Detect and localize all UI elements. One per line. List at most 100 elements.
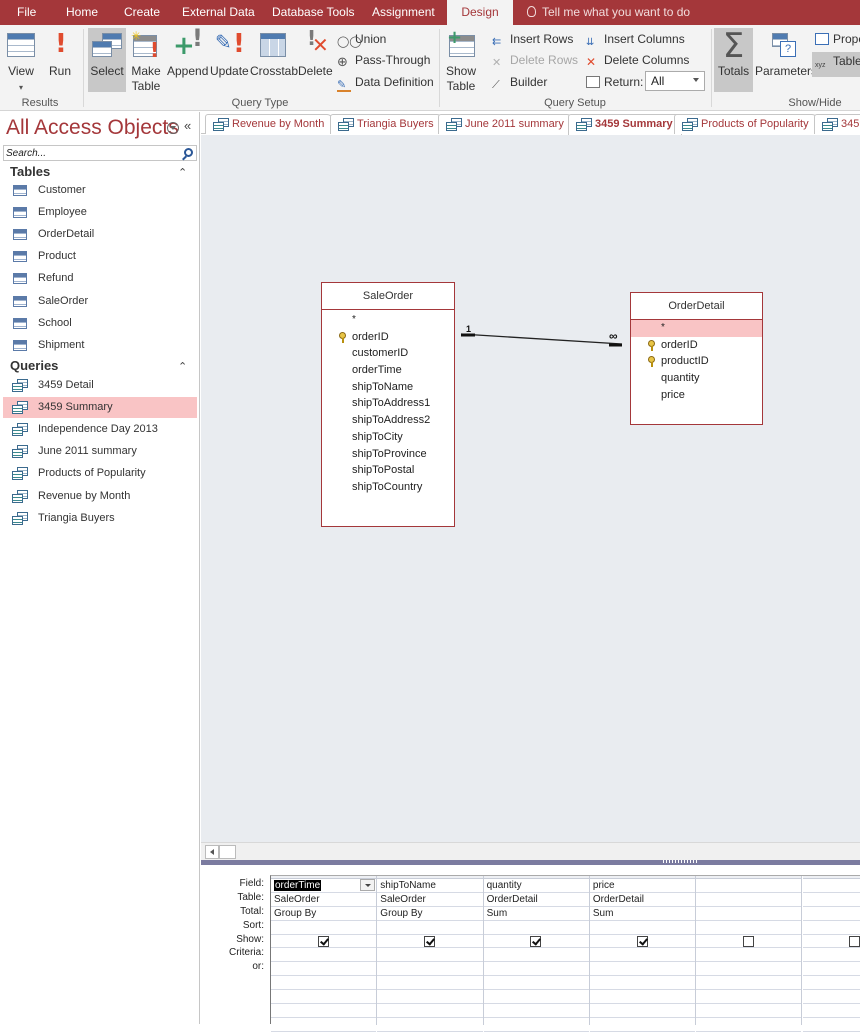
document-tab[interactable]: Triangia Buyers	[330, 114, 443, 134]
nav-query-item[interactable]: Revenue by Month	[3, 486, 197, 507]
data-definition-button[interactable]: ✎Data Definition	[337, 75, 434, 92]
scrollbar-thumb[interactable]	[219, 845, 236, 859]
tell-me-search[interactable]: Tell me what you want to do	[527, 0, 690, 25]
grid-cell-total[interactable]: Group By	[271, 907, 376, 921]
grid-cell-table[interactable]: SaleOrder	[377, 893, 482, 907]
pass-through-button[interactable]: ⊕Pass-Through	[337, 53, 430, 68]
grid-cell-extra[interactable]	[271, 976, 376, 990]
grid-cell-table[interactable]	[696, 893, 801, 907]
tab-create[interactable]: Create	[124, 0, 160, 25]
grid-cell-extra[interactable]	[590, 990, 695, 1004]
field-list-item[interactable]: *	[631, 320, 762, 337]
document-tab[interactable]: 3459	[814, 114, 860, 134]
field-list-item[interactable]: quantity	[631, 370, 762, 387]
grid-cell-show[interactable]	[484, 935, 589, 949]
field-list-item[interactable]: shipToAddress1	[322, 395, 454, 412]
builder-button[interactable]: ⟋Builder	[492, 75, 547, 90]
totals-button[interactable]: Σ Totals	[714, 28, 753, 92]
field-list-item[interactable]: orderTime	[322, 362, 454, 379]
nav-table-item[interactable]: Customer	[3, 180, 197, 201]
grid-cell-total[interactable]	[803, 907, 860, 921]
relationship-join-line[interactable]	[201, 135, 860, 842]
make-table-button[interactable]: ✳! MakeTable	[129, 31, 163, 94]
grid-cell-extra[interactable]	[484, 990, 589, 1004]
scroll-left-icon[interactable]	[205, 845, 219, 859]
grid-cell-extra[interactable]	[377, 1018, 482, 1032]
field-list-item[interactable]: productID	[631, 353, 762, 370]
field-list-title[interactable]: SaleOrder	[322, 283, 454, 310]
grid-cell-criteria[interactable]	[803, 948, 860, 962]
field-list-item[interactable]: shipToProvince	[322, 446, 454, 463]
grid-cell-table[interactable]	[803, 893, 860, 907]
show-checkbox[interactable]	[318, 936, 329, 947]
grid-cell-show[interactable]	[590, 935, 695, 949]
grid-cell-extra[interactable]	[696, 1018, 801, 1032]
show-checkbox[interactable]	[637, 936, 648, 947]
field-list-item[interactable]: shipToCity	[322, 429, 454, 446]
crosstab-button[interactable]: Crosstab	[250, 31, 296, 79]
grid-cell-table[interactable]: OrderDetail	[590, 893, 695, 907]
grid-cell-show[interactable]	[271, 935, 376, 949]
nav-table-item[interactable]: OrderDetail	[3, 224, 197, 245]
field-list-item[interactable]: shipToName	[322, 379, 454, 396]
grid-cell-criteria[interactable]	[377, 948, 482, 962]
nav-query-item[interactable]: June 2011 summary	[3, 441, 197, 462]
field-list-item[interactable]: *	[322, 312, 454, 329]
field-list-item[interactable]: shipToCountry	[322, 479, 454, 496]
grid-cell-table[interactable]: SaleOrder	[271, 893, 376, 907]
field-list-title[interactable]: OrderDetail	[631, 293, 762, 320]
grid-cell-extra[interactable]	[484, 1004, 589, 1018]
delete-columns-button[interactable]: ✕Delete Columns	[586, 53, 689, 67]
union-button[interactable]: ◯◯Union	[337, 32, 386, 47]
run-button[interactable]: ! Run	[46, 31, 74, 79]
field-list-item[interactable]: price	[631, 387, 762, 404]
grid-cell-show[interactable]	[377, 935, 482, 949]
grid-cell-extra[interactable]	[590, 1018, 695, 1032]
nav-menu-dropdown-icon[interactable]	[167, 122, 179, 134]
show-checkbox[interactable]	[530, 936, 541, 947]
grid-cell-sort[interactable]	[271, 921, 376, 935]
grid-cell-extra[interactable]	[696, 1004, 801, 1018]
nav-table-item[interactable]: Product	[3, 246, 197, 267]
nav-table-item[interactable]: Shipment	[3, 335, 197, 356]
grid-cell-extra[interactable]	[803, 1004, 860, 1018]
grid-cell-table[interactable]: OrderDetail	[484, 893, 589, 907]
show-checkbox[interactable]	[424, 936, 435, 947]
document-tab[interactable]: Products of Popularity	[674, 114, 818, 134]
field-list-orderdetail[interactable]: OrderDetail *orderIDproductIDquantitypri…	[630, 292, 763, 425]
grid-cell-extra[interactable]	[803, 990, 860, 1004]
tab-database-tools[interactable]: Database Tools	[272, 0, 355, 25]
delete-rows-button[interactable]: ✕Delete Rows	[492, 53, 578, 68]
tab-external-data[interactable]: External Data	[182, 0, 255, 25]
tab-design[interactable]: Design	[447, 0, 513, 25]
grid-cell-total[interactable]: Sum	[590, 907, 695, 921]
grid-cell-extra[interactable]	[271, 1018, 376, 1032]
grid-cell-extra[interactable]	[484, 976, 589, 990]
collapse-pane-icon[interactable]: «	[184, 118, 191, 133]
tab-home[interactable]: Home	[66, 0, 98, 25]
grid-cell-criteria[interactable]	[696, 948, 801, 962]
grid-cell-total[interactable]: Sum	[484, 907, 589, 921]
grid-cell-or[interactable]	[271, 962, 376, 976]
grid-cell-criteria[interactable]	[590, 948, 695, 962]
append-button[interactable]: +! Append	[167, 31, 207, 79]
chevron-down-icon[interactable]	[360, 879, 375, 891]
collapse-section-icon[interactable]: ⌃	[178, 360, 187, 373]
grid-cell-extra[interactable]	[590, 976, 695, 990]
grid-cell-total[interactable]: Group By	[377, 907, 482, 921]
nav-section-tables[interactable]: Tables	[10, 164, 50, 179]
grid-cell-show[interactable]	[696, 935, 801, 949]
grid-cell-extra[interactable]	[696, 976, 801, 990]
nav-table-item[interactable]: School	[3, 313, 197, 334]
grid-cell-show[interactable]	[803, 935, 860, 949]
nav-query-item[interactable]: Triangia Buyers	[3, 508, 197, 529]
field-list-item[interactable]: shipToAddress2	[322, 412, 454, 429]
tab-assignment[interactable]: Assignment	[372, 0, 435, 25]
show-table-button[interactable]: + ShowTable	[444, 31, 478, 94]
nav-search-input[interactable]	[4, 146, 179, 160]
canvas-horizontal-scrollbar[interactable]	[201, 842, 860, 860]
nav-table-item[interactable]: Employee	[3, 202, 197, 223]
nav-query-item[interactable]: 3459 Detail	[3, 375, 197, 396]
delete-query-button[interactable]: !✕ Delete	[298, 31, 332, 79]
grid-cell-or[interactable]	[696, 962, 801, 976]
